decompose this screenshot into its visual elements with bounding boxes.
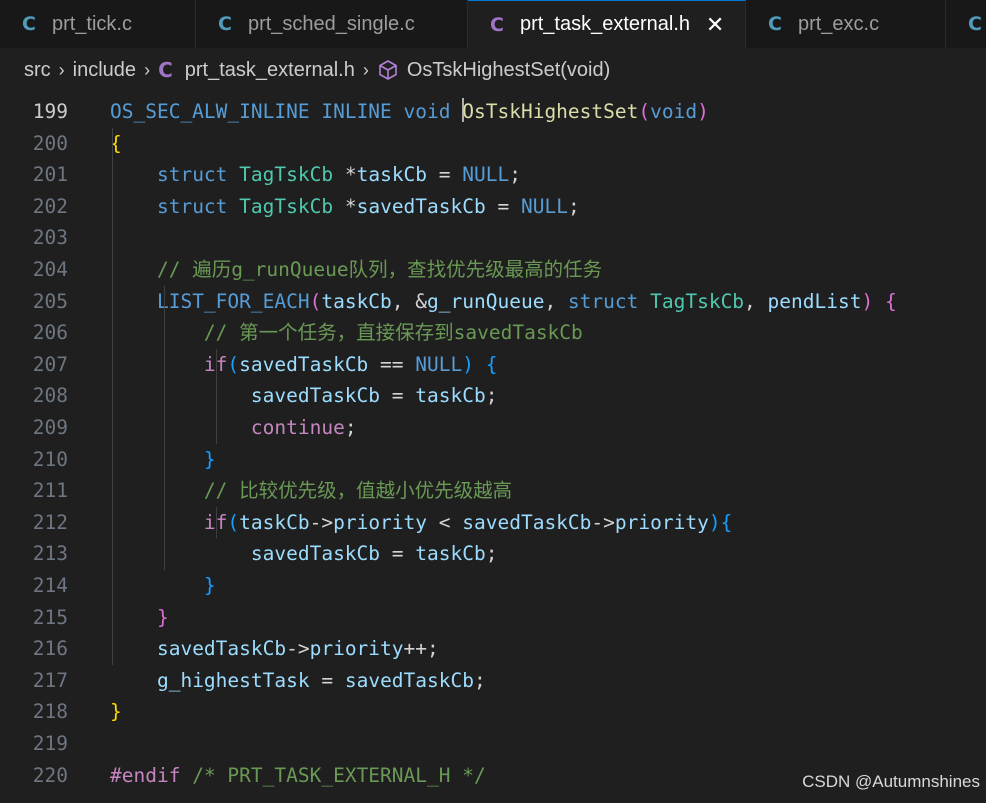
line-number: 206 (32, 321, 68, 345)
line-number: 205 (32, 289, 68, 313)
chevron-right-icon: › (58, 59, 65, 80)
indent-guide (216, 506, 217, 539)
c-header-file-icon: C (490, 13, 504, 36)
line-number: 217 (32, 668, 68, 692)
tab-prt-tick-c[interactable]: Cprt_tick.c (0, 0, 196, 48)
chevron-right-icon: › (362, 59, 369, 80)
code-editor[interactable]: 199 OS_SEC_ALW_INLINE INLINE void OsTskHi… (0, 92, 986, 803)
line-number: 212 (32, 510, 68, 534)
line-number: 202 (32, 194, 68, 218)
line-number: 199 (32, 100, 68, 123)
code-text: #endif /* PRT_TASK_EXTERNAL_H */ (110, 763, 486, 787)
code-text: continue; (250, 416, 357, 439)
line-number: 200 (32, 131, 68, 155)
breadcrumb-file[interactable]: prt_task_external.h (185, 59, 355, 82)
code-line[interactable]: 200{ (0, 128, 986, 160)
code-text: savedTaskCb = taskCb; (250, 542, 498, 566)
breadcrumb-include[interactable]: include (73, 59, 136, 82)
code-line[interactable]: 204 // 遍历g_runQueue队列，查找优先级最高的任务 (0, 254, 986, 286)
code-text: if(taskCb->priority < savedTaskCb->prior… (203, 510, 733, 534)
line-number: 220 (32, 763, 68, 787)
code-line[interactable]: 206 // 第一个任务，直接保存到savedTaskCb (0, 317, 986, 349)
code-text: } (110, 700, 122, 724)
c-file-icon: C (218, 13, 232, 35)
indent-guide (112, 127, 113, 665)
tab-label: prt_exc.c (797, 12, 880, 35)
code-line[interactable]: 216 savedTaskCb->priority++; (0, 633, 986, 665)
code-text: g_highestTask = savedTaskCb; (156, 668, 486, 692)
close-icon[interactable]: ✕ (704, 12, 726, 38)
line-number: 216 (32, 637, 68, 661)
code-line[interactable]: 219 (0, 728, 986, 760)
line-number: 211 (32, 479, 68, 503)
code-line[interactable]: 207 if(savedTaskCb == NULL) { (0, 349, 986, 381)
code-line[interactable]: 202 struct TagTskCb *savedTaskCb = NULL; (0, 191, 986, 223)
tab-prt-task-external-h[interactable]: Cprt_task_external.h ✕ (468, 0, 746, 48)
line-number: 204 (32, 258, 68, 281)
line-number: 209 (32, 416, 68, 439)
tab-label: prt_sched_single.c (247, 12, 415, 35)
line-number: 213 (32, 542, 68, 566)
code-line[interactable]: 217 g_highestTask = savedTaskCb; (0, 665, 986, 697)
code-line[interactable]: 215 } (0, 602, 986, 634)
code-text: } (203, 574, 216, 597)
code-text: // 比较优先级，值越小优先级越高 (203, 479, 513, 503)
code-line[interactable]: 208 savedTaskCb = taskCb; (0, 380, 986, 412)
editor-tab-bar: Cprt_tick.c Cprt_sched_single.c Cprt_task_… (0, 0, 986, 48)
chevron-right-icon: › (144, 59, 151, 80)
tab-prt-exc-c[interactable]: Cprt_exc.c (746, 0, 946, 48)
code-text: // 遍历g_runQueue队列，查找优先级最高的任务 (156, 258, 603, 281)
code-line[interactable]: 199 OS_SEC_ALW_INLINE INLINE void OsTskHi… (0, 96, 986, 128)
watermark: CSDN @Autumnshines (802, 772, 980, 791)
line-number: 218 (32, 700, 68, 724)
code-text: if(savedTaskCb == NULL) { (203, 352, 498, 376)
code-line[interactable]: 213 savedTaskCb = taskCb; (0, 538, 986, 570)
line-number: 219 (32, 732, 68, 755)
code-line[interactable]: 214 } (0, 570, 986, 602)
line-number: 215 (32, 605, 68, 629)
breadcrumb: src › include › C prt_task_external.h › … (0, 48, 986, 92)
line-number: 203 (32, 226, 68, 250)
code-line[interactable]: 209 continue; (0, 412, 986, 444)
symbol-method-icon (379, 60, 397, 80)
line-number: 208 (32, 384, 68, 408)
c-file-icon: C (768, 13, 782, 35)
tab-prt-sched-single-c[interactable]: Cprt_sched_single.c (196, 0, 468, 48)
line-number: 214 (32, 574, 68, 597)
code-text: struct TagTskCb *savedTaskCb = NULL; (156, 194, 580, 218)
indent-guide (216, 348, 217, 444)
line-number: 207 (32, 352, 68, 376)
line-number: 210 (32, 447, 68, 471)
code-text: } (156, 605, 169, 629)
c-header-file-icon: C (158, 58, 173, 82)
code-text: OS_SEC_ALW_INLINE INLINE void OsTskHighe… (110, 98, 709, 123)
tab-overflow[interactable]: C (946, 0, 986, 48)
line-number: 201 (32, 163, 68, 187)
tab-label: prt_task_external.h (519, 13, 691, 35)
c-file-icon: C (968, 13, 982, 35)
code-text: LIST_FOR_EACH(taskCb, &g_runQueue, struc… (156, 289, 897, 313)
breadcrumb-src[interactable]: src (24, 59, 51, 82)
code-line[interactable]: 218} (0, 696, 986, 728)
code-text: // 第一个任务，直接保存到savedTaskCb (203, 321, 583, 345)
code-line[interactable]: 201 struct TagTskCb *taskCb = NULL; (0, 159, 986, 191)
code-line[interactable]: 210 } (0, 444, 986, 476)
code-text: savedTaskCb->priority++; (156, 637, 439, 661)
code-line[interactable]: 211 // 比较优先级，值越小优先级越高 (0, 475, 986, 507)
breadcrumb-symbol[interactable]: OsTskHighestSet(void) (407, 59, 610, 82)
indent-guide (164, 285, 165, 570)
c-file-icon: C (22, 13, 36, 35)
code-text: savedTaskCb = taskCb; (250, 384, 498, 408)
code-text: struct TagTskCb *taskCb = NULL; (156, 163, 522, 187)
code-line[interactable]: 205 LIST_FOR_EACH(taskCb, &g_runQueue, s… (0, 286, 986, 318)
tab-label: prt_tick.c (51, 12, 132, 35)
code-text: } (203, 447, 216, 471)
code-line[interactable]: 203 (0, 222, 986, 254)
code-line[interactable]: 212 if(taskCb->priority < savedTaskCb->p… (0, 507, 986, 539)
